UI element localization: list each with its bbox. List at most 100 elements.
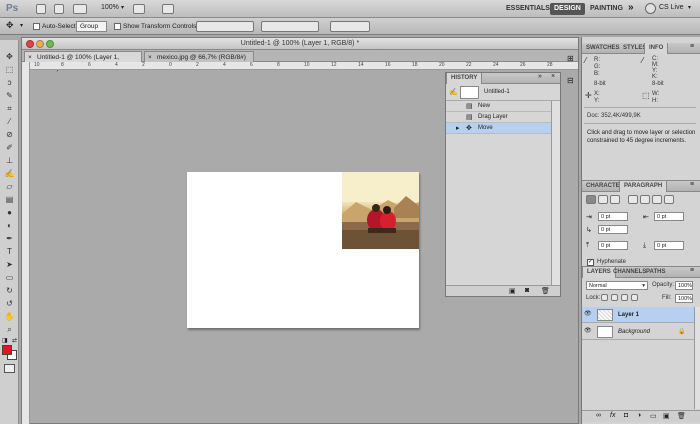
- trash-icon[interactable]: 🗑: [677, 412, 686, 420]
- clone-stamp-icon[interactable]: ⊥: [4, 156, 15, 165]
- zoom-icon[interactable]: ⌕: [4, 325, 15, 334]
- tab-untitled-1[interactable]: × Untitled-1 @ 100% (Layer 1, RGB/8) *: [24, 51, 142, 72]
- distribute-buttons-group[interactable]: [261, 21, 319, 32]
- align-buttons-group[interactable]: [196, 21, 254, 32]
- layers-scrollbar[interactable]: [694, 307, 700, 409]
- layer-row-background[interactable]: 👁 Background 🔒: [582, 324, 694, 340]
- cs-live-button[interactable]: CS Live: [659, 4, 684, 11]
- screen-mode-icon[interactable]: [162, 4, 174, 14]
- panel-menu-icon[interactable]: ≡: [690, 181, 694, 188]
- tab-paths[interactable]: PATHS: [642, 267, 669, 278]
- 3d-orbit-icon[interactable]: ↺: [4, 299, 15, 308]
- trash-icon[interactable]: 🗑: [541, 287, 550, 295]
- blend-mode-dropdown[interactable]: Normal ▾: [586, 281, 648, 290]
- blur-icon[interactable]: ●: [4, 208, 15, 217]
- eyedropper-icon[interactable]: ⁄: [4, 117, 15, 126]
- lock-image-icon[interactable]: [611, 294, 618, 301]
- type-icon[interactable]: T: [4, 247, 15, 256]
- brush-icon[interactable]: ✐: [4, 143, 15, 152]
- indent-right-field[interactable]: 0 pt: [654, 212, 684, 221]
- history-snapshot-row[interactable]: ✍ Untitled-1: [446, 84, 560, 101]
- layer-1-photo[interactable]: [342, 172, 419, 249]
- snapshot-camera-icon[interactable]: ◙: [525, 287, 529, 294]
- quick-select-icon[interactable]: ✎: [4, 91, 15, 100]
- workspace-painting[interactable]: PAINTING: [586, 3, 627, 15]
- crop-icon[interactable]: ⌗: [4, 104, 15, 113]
- move-icon[interactable]: ✥: [4, 52, 15, 61]
- lock-position-icon[interactable]: [621, 294, 628, 301]
- cs-live-chevron-down-icon[interactable]: ▾: [688, 4, 691, 11]
- new-layer-icon[interactable]: ▣: [663, 412, 670, 420]
- 3d-rotate-icon[interactable]: ↻: [4, 286, 15, 295]
- space-before-field[interactable]: 0 pt: [598, 241, 628, 250]
- path-selection-icon[interactable]: ➤: [4, 260, 15, 269]
- arrange-documents-icon[interactable]: [133, 4, 145, 14]
- document-canvas[interactable]: [187, 172, 419, 328]
- zoom-window-icon[interactable]: [46, 40, 54, 48]
- align-left-icon[interactable]: [586, 195, 596, 204]
- eraser-icon[interactable]: ▱: [4, 182, 15, 191]
- dodge-icon[interactable]: ◐: [4, 221, 15, 230]
- rectangle-shape-icon[interactable]: ▭: [4, 273, 15, 282]
- history-item-drag-layer[interactable]: ▤ Drag Layer: [446, 112, 551, 123]
- opacity-field[interactable]: 100%: [675, 281, 693, 290]
- layer-mask-icon[interactable]: ◘: [624, 412, 628, 419]
- layer-row-layer-1[interactable]: 👁 Layer 1: [582, 307, 694, 323]
- workspace-design[interactable]: DESIGN: [550, 3, 585, 15]
- justify-all-icon[interactable]: [664, 195, 674, 204]
- foreground-color-swatch[interactable]: [2, 345, 12, 355]
- minimize-window-icon[interactable]: [36, 40, 44, 48]
- history-item-move[interactable]: ▸ ✥ Move: [446, 123, 551, 134]
- healing-brush-icon[interactable]: ⊘: [4, 130, 15, 139]
- more-workspaces-icon[interactable]: »: [628, 2, 634, 13]
- distribute-horizontal-buttons-group[interactable]: [330, 21, 370, 32]
- auto-select-dropdown[interactable]: Group: [76, 21, 107, 32]
- move-tool-icon[interactable]: ✥: [6, 20, 14, 31]
- tab-history[interactable]: HISTORY: [446, 73, 483, 84]
- history-scrollbar[interactable]: [551, 101, 560, 285]
- new-document-from-state-icon[interactable]: ▣: [509, 287, 516, 295]
- panel-menu-icon[interactable]: ≡: [690, 43, 694, 50]
- align-right-icon[interactable]: [610, 195, 620, 204]
- history-brush-source-icon[interactable]: ✍: [449, 88, 458, 96]
- default-colors-icon[interactable]: ◨: [2, 337, 8, 344]
- lock-all-icon[interactable]: [631, 294, 638, 301]
- tool-presets-icon[interactable]: ⊞: [567, 54, 574, 63]
- visibility-eye-icon[interactable]: 👁: [584, 311, 592, 318]
- bridge-icon[interactable]: [36, 4, 46, 14]
- pen-icon[interactable]: ✒: [4, 234, 15, 243]
- new-group-icon[interactable]: ▭: [650, 412, 657, 420]
- justify-left-icon[interactable]: [628, 195, 638, 204]
- tab-info[interactable]: INFO: [644, 43, 669, 54]
- swap-colors-icon[interactable]: ⇄: [12, 337, 17, 344]
- visibility-eye-icon[interactable]: 👁: [584, 328, 592, 335]
- close-window-icon[interactable]: [26, 40, 34, 48]
- lasso-icon[interactable]: ↄ: [4, 78, 15, 87]
- lock-transparent-icon[interactable]: [601, 294, 608, 301]
- tool-preset-chevron-icon[interactable]: ▾: [20, 22, 23, 29]
- panel-close-icon[interactable]: ×: [551, 73, 555, 80]
- adjustment-layer-icon[interactable]: ◑: [637, 412, 641, 419]
- collapse-panel-icon[interactable]: »: [538, 73, 542, 80]
- hand-icon[interactable]: ✋: [4, 312, 15, 321]
- auto-select-checkbox[interactable]: [33, 23, 40, 30]
- justify-right-icon[interactable]: [652, 195, 662, 204]
- space-after-field[interactable]: 0 pt: [654, 241, 684, 250]
- mini-bridge-icon[interactable]: [54, 4, 64, 14]
- actions-icon[interactable]: ⊟: [567, 76, 574, 85]
- indent-first-line-field[interactable]: 0 pt: [598, 225, 628, 234]
- gradient-icon[interactable]: ▤: [4, 195, 15, 204]
- history-brush-icon[interactable]: ✍: [4, 169, 15, 178]
- fill-field[interactable]: 100%: [675, 294, 693, 303]
- tab-swatches[interactable]: SWATCHES: [582, 43, 624, 54]
- quick-mask-icon[interactable]: [4, 364, 15, 373]
- zoom-chevron-down-icon[interactable]: ▾: [121, 4, 124, 11]
- layer-style-icon[interactable]: fx: [610, 412, 615, 419]
- show-transform-checkbox[interactable]: [114, 23, 121, 30]
- tab-paragraph[interactable]: PARAGRAPH: [619, 181, 668, 192]
- history-item-new[interactable]: ▤ New: [446, 101, 551, 112]
- link-layers-icon[interactable]: ∞: [596, 412, 601, 419]
- align-center-icon[interactable]: [598, 195, 608, 204]
- zoom-level[interactable]: 100%: [101, 4, 119, 11]
- tab-mexico-jpg[interactable]: × mexico.jpg @ 66,7% (RGB/8#): [144, 51, 254, 62]
